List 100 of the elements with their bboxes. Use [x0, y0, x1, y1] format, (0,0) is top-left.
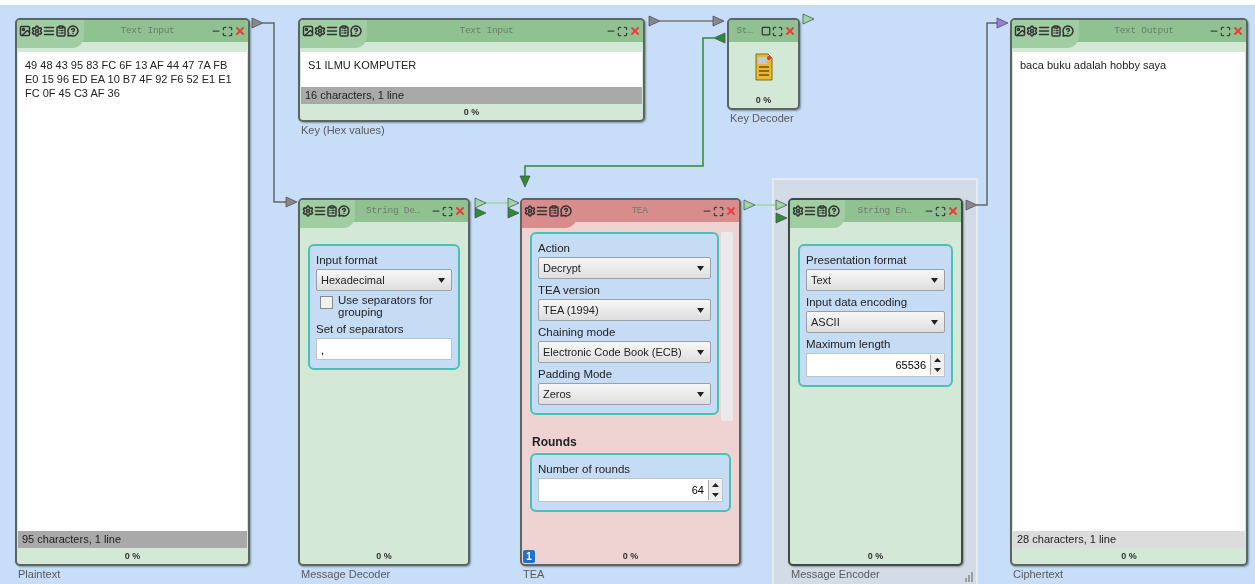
text-area[interactable]: 49 48 43 95 83 FC 6F 13 AF 44 47 7A FB E0 15 96 ED EA 10 B7 4F 92 F6 52 E1 E1 FC 0F 45 C3 AF 36 [18, 52, 247, 531]
stop-icon[interactable] [761, 26, 771, 36]
progress-label: 0 % [755, 94, 772, 106]
port-icon[interactable] [713, 32, 726, 44]
checkbox[interactable] [320, 296, 333, 309]
node-title: Text Input [119, 24, 176, 38]
log-icon[interactable] [804, 205, 816, 217]
text-area[interactable]: baca buku adalah hobby saya [1013, 52, 1245, 531]
port-icon[interactable] [285, 196, 298, 208]
help-icon[interactable] [560, 205, 572, 217]
caret-icon [697, 391, 704, 397]
port-icon[interactable] [507, 207, 520, 219]
help-icon[interactable] [1062, 25, 1074, 37]
maximize-icon[interactable] [222, 25, 233, 37]
port-icon[interactable] [251, 17, 264, 29]
port-icon[interactable] [648, 15, 661, 27]
port-icon[interactable] [996, 17, 1009, 29]
port-icon[interactable] [775, 212, 788, 224]
maximize-icon[interactable] [1220, 25, 1231, 37]
spinner-icon[interactable] [708, 480, 722, 500]
clipboard-icon[interactable] [55, 25, 67, 37]
document-icon [754, 53, 773, 81]
number-field[interactable]: 65536 [806, 353, 945, 377]
connector[interactable] [976, 22, 998, 206]
dropdown[interactable]: ASCII [806, 311, 945, 333]
component-node[interactable]: TEA Action Decrypt TEA version TEA (1994) Chaining mode Electronic Code Book (ECB) Padding Mode Zeros Rounds Number of rounds 64 1 0 % [520, 198, 741, 566]
port-icon[interactable] [965, 199, 978, 211]
section-title: Rounds [532, 435, 578, 449]
maximize-icon[interactable] [935, 205, 946, 217]
port-icon[interactable] [519, 175, 531, 188]
help-icon[interactable] [67, 25, 79, 37]
help-icon[interactable] [350, 25, 362, 37]
log-icon[interactable] [536, 205, 548, 217]
port-icon[interactable] [743, 199, 756, 211]
component-node[interactable]: St… 0 % [727, 18, 800, 110]
settings-icon[interactable] [31, 25, 43, 37]
field-label: Set of separators [316, 323, 405, 335]
node-caption: TEA [523, 568, 545, 581]
port-icon[interactable] [507, 197, 520, 209]
maximize-icon[interactable] [713, 205, 724, 217]
log-icon[interactable] [314, 205, 326, 217]
resize-grip-icon[interactable] [964, 572, 974, 582]
port-icon[interactable] [802, 13, 815, 25]
component-node[interactable]: Text Input 49 48 43 95 83 FC 6F 13 AF 44 47 7A FB E0 15 96 ED EA 10 B7 4F 92 F6 52 E1 E1 FC 0F 45 C3 AF 36 95 characters, 1 line 0 % [15, 18, 250, 566]
component-node[interactable]: String De… Input format Hexadecimal Use separators for grouping Set of separators , 0 % [298, 198, 470, 566]
connector[interactable] [485, 202, 509, 204]
status-bar: 16 characters, 1 line [301, 87, 642, 104]
log-icon[interactable] [43, 25, 55, 37]
clipboard-icon[interactable] [326, 205, 338, 217]
maximize-icon[interactable] [442, 205, 453, 217]
picture-icon[interactable] [302, 25, 314, 37]
dropdown[interactable]: Text [806, 269, 945, 291]
field-label: Padding Mode [538, 368, 614, 380]
dropdown[interactable]: Electronic Code Book (ECB) [538, 341, 711, 363]
log-icon[interactable] [1038, 25, 1050, 37]
settings-icon[interactable] [792, 205, 804, 217]
picture-icon[interactable] [1014, 25, 1026, 37]
maximize-icon[interactable] [772, 25, 783, 37]
connector[interactable] [262, 22, 287, 203]
progress-label: 0 % [867, 550, 884, 562]
progress-label: 0 % [376, 550, 392, 562]
node-title: TEA [630, 204, 649, 218]
dropdown[interactable]: Decrypt [538, 257, 711, 279]
help-icon[interactable] [828, 205, 840, 217]
clipboard-icon[interactable] [1050, 25, 1062, 37]
node-caption: Message Encoder [791, 568, 880, 581]
input-field[interactable]: , [316, 338, 452, 360]
clipboard-icon[interactable] [338, 25, 350, 37]
component-node[interactable]: String En… Presentation format Text Input data encoding ASCII Maximum length 65536 0 % [788, 198, 963, 566]
help-icon[interactable] [338, 205, 350, 217]
spinner-icon[interactable] [930, 355, 944, 375]
maximize-icon[interactable] [617, 25, 628, 37]
number-field[interactable]: 64 [538, 478, 723, 502]
port-icon[interactable] [474, 197, 487, 209]
settings-icon[interactable] [524, 205, 536, 217]
caret-icon [697, 349, 704, 355]
status-bar: 28 characters, 1 line [1013, 531, 1245, 548]
dropdown[interactable]: Hexadecimal [316, 269, 452, 291]
settings-icon[interactable] [314, 25, 326, 37]
text-area[interactable]: S1 ILMU KOMPUTER [301, 52, 642, 87]
progress-label: 0 % [124, 550, 141, 562]
settings-icon[interactable] [1026, 25, 1038, 37]
settings-icon[interactable] [302, 205, 314, 217]
dropdown[interactable]: Zeros [538, 383, 711, 405]
clipboard-icon[interactable] [548, 205, 560, 217]
port-icon[interactable] [712, 15, 725, 27]
picture-icon[interactable] [19, 25, 31, 37]
dropdown[interactable]: TEA (1994) [538, 299, 711, 321]
node-caption: Key (Hex values) [301, 124, 385, 137]
field-label: Input format [316, 254, 379, 266]
count-badge: 1 [523, 549, 535, 563]
connector[interactable] [754, 204, 777, 206]
log-icon[interactable] [326, 25, 338, 37]
progress-label: 0 % [622, 550, 639, 562]
port-icon[interactable] [775, 199, 788, 211]
component-node[interactable]: Text Input S1 ILMU KOMPUTER 16 characters, 1 line 0 % [298, 18, 645, 122]
connector[interactable] [524, 37, 715, 177]
port-icon[interactable] [474, 207, 487, 219]
component-node[interactable]: Text Output baca buku adalah hobby saya 28 characters, 1 line 0 % [1010, 18, 1248, 566]
clipboard-icon[interactable] [816, 205, 828, 217]
